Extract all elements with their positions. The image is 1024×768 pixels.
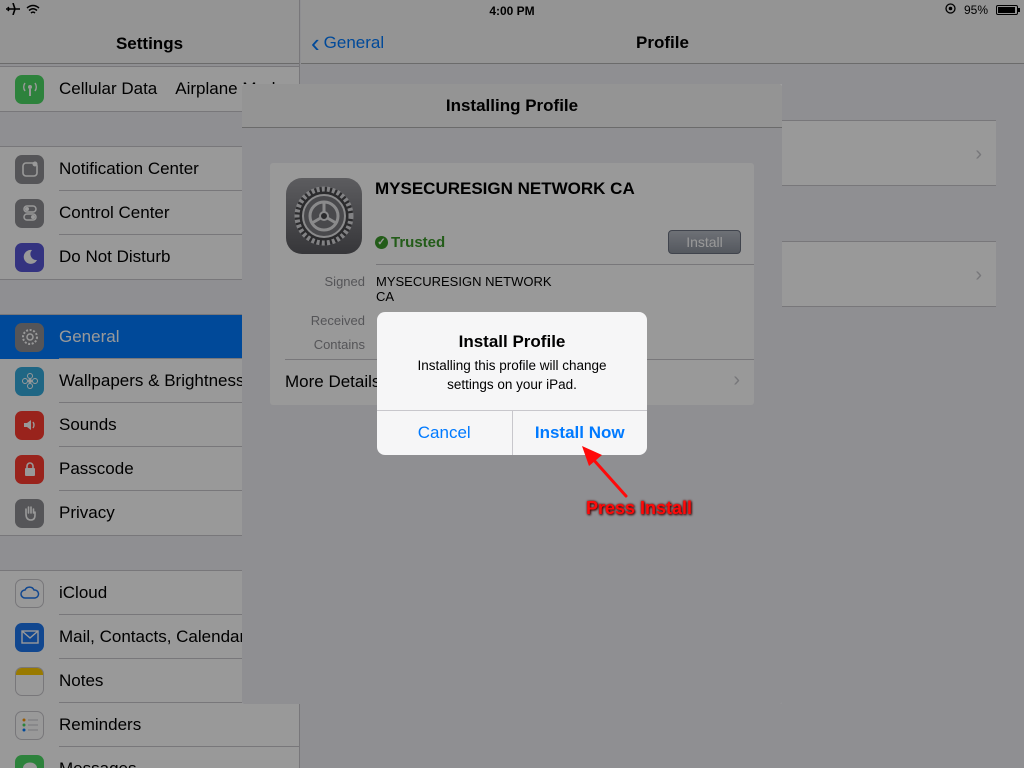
alert-title: Install Profile [458, 332, 566, 351]
alert-buttons: Cancel Install Now [377, 410, 647, 455]
status-bar: 4:00 PM 95% [0, 0, 1024, 20]
battery-fill [998, 7, 1016, 13]
status-time: 4:00 PM [489, 4, 535, 18]
cancel-button[interactable]: Cancel [377, 411, 513, 455]
battery-icon [996, 5, 1020, 15]
alert-message: Installing this profile will change sett… [417, 358, 607, 392]
install-profile-alert: Install Profile Installing this profile … [377, 312, 647, 455]
orientation-lock-icon [945, 3, 956, 17]
annotation-label: Press Install [586, 498, 693, 518]
battery-percent: 95% [963, 3, 988, 17]
install-now-button[interactable]: Install Now [513, 411, 648, 455]
status-right: 95% [945, 3, 1020, 17]
